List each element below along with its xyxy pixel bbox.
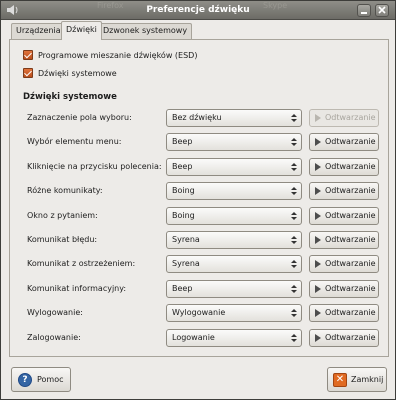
combo-arrows-icon: [291, 212, 297, 220]
play-icon: [315, 236, 321, 244]
sound-select-value: Logowanie: [172, 333, 215, 342]
play-icon: [315, 114, 321, 122]
sound-row-label: Wybór elementu menu:: [27, 137, 122, 146]
play-button-label: Odtwarzanie: [325, 235, 376, 244]
sound-select[interactable]: Beep: [166, 280, 302, 298]
play-icon: [315, 309, 321, 317]
sound-select[interactable]: Bez dźwięku: [166, 109, 302, 127]
play-icon: [315, 285, 321, 293]
sound-select-value: Beep: [172, 162, 193, 171]
window-title: Preferencje dźwięku: [146, 5, 250, 15]
combo-arrows-icon: [291, 309, 297, 317]
play-button-label: Odtwarzanie: [325, 333, 376, 342]
software-mixing-option[interactable]: Programowe mieszanie dźwięków (ESD): [23, 49, 197, 61]
sound-row-label: Wylogowanie:: [27, 308, 83, 317]
sound-select[interactable]: Boing: [166, 207, 302, 225]
play-icon: [315, 334, 321, 342]
help-icon: ?: [18, 372, 32, 387]
play-icon: [315, 163, 321, 171]
system-sounds-label: Dźwięki systemowe: [38, 68, 117, 78]
close-x-icon: [378, 6, 386, 14]
help-button-label: Pomoc: [37, 375, 64, 384]
sound-select-value: Beep: [172, 284, 193, 293]
sound-select[interactable]: Syrena: [166, 231, 302, 249]
play-button-label: Odtwarzanie: [325, 113, 376, 122]
sound-select[interactable]: Logowanie: [166, 329, 302, 347]
play-sound-button[interactable]: Odtwarzanie: [309, 280, 379, 298]
sound-select[interactable]: Wylogowanie: [166, 304, 302, 322]
play-sound-button[interactable]: Odtwarzanie: [309, 329, 379, 347]
sound-select-value: Syrena: [172, 259, 200, 268]
tab-sounds[interactable]: Dźwięki: [61, 21, 102, 40]
titlebar[interactable]: Firefox Skype Preferencje dźwięku: [1, 1, 395, 20]
help-button[interactable]: ? Pomoc: [11, 367, 71, 392]
minimize-icon: [361, 12, 367, 14]
play-button-label: Odtwarzanie: [325, 186, 376, 195]
software-mixing-checkbox[interactable]: [23, 50, 33, 60]
software-mixing-label: Programowe mieszanie dźwięków (ESD): [38, 50, 198, 60]
combo-arrows-icon: [291, 114, 297, 122]
play-sound-button[interactable]: Odtwarzanie: [309, 255, 379, 273]
system-sounds-section-title: Dźwięki systemowe: [23, 92, 117, 102]
sound-select[interactable]: Beep: [166, 133, 302, 151]
sound-select-value: Beep: [172, 137, 193, 146]
combo-arrows-icon: [291, 138, 297, 146]
combo-arrows-icon: [291, 163, 297, 171]
sound-row-label: Komunikat informacyjny:: [27, 284, 127, 293]
close-button-label: Zamknij: [351, 375, 384, 384]
sound-row-label: Komunikat z ostrzeżeniem:: [27, 259, 136, 268]
sound-row-label: Kliknięcie na przycisku polecenia:: [27, 162, 162, 171]
tab-devices[interactable]: Urządzenia: [11, 23, 66, 39]
sound-select-value: Boing: [172, 186, 195, 195]
play-icon: [315, 260, 321, 268]
play-sound-button[interactable]: Odtwarzanie: [309, 109, 379, 127]
combo-arrows-icon: [291, 236, 297, 244]
minimize-button[interactable]: [357, 4, 371, 17]
system-sounds-option[interactable]: Dźwięki systemowe: [23, 67, 117, 79]
play-button-label: Odtwarzanie: [325, 259, 376, 268]
play-icon: [315, 212, 321, 220]
combo-arrows-icon: [291, 187, 297, 195]
play-icon: [315, 187, 321, 195]
sound-select-value: Wylogowanie: [172, 308, 226, 317]
play-sound-button[interactable]: Odtwarzanie: [309, 304, 379, 322]
window-close-button[interactable]: [375, 4, 389, 17]
sound-row-label: Zalogowanie:: [27, 333, 81, 342]
play-sound-button[interactable]: Odtwarzanie: [309, 133, 379, 151]
play-sound-button[interactable]: Odtwarzanie: [309, 231, 379, 249]
sound-row-label: Komunikat błędu:: [27, 235, 98, 244]
combo-arrows-icon: [291, 334, 297, 342]
sound-select[interactable]: Syrena: [166, 255, 302, 273]
sound-select[interactable]: Boing: [166, 182, 302, 200]
close-icon: ✕: [333, 372, 347, 387]
sound-row-label: Okno z pytaniem:: [27, 211, 98, 220]
play-button-label: Odtwarzanie: [325, 284, 376, 293]
sound-row-label: Różne komunikaty:: [27, 186, 103, 195]
sound-preferences-window: Firefox Skype Preferencje dźwięku Urządz…: [0, 0, 396, 400]
play-button-label: Odtwarzanie: [325, 308, 376, 317]
play-button-label: Odtwarzanie: [325, 137, 376, 146]
sound-select-value: Boing: [172, 211, 195, 220]
combo-arrows-icon: [291, 285, 297, 293]
sound-row-label: Zaznaczenie pola wyboru:: [27, 113, 132, 122]
play-sound-button[interactable]: Odtwarzanie: [309, 207, 379, 225]
play-button-label: Odtwarzanie: [325, 211, 376, 220]
play-sound-button[interactable]: Odtwarzanie: [309, 158, 379, 176]
sound-select-value: Bez dźwięku: [172, 113, 222, 122]
play-sound-button[interactable]: Odtwarzanie: [309, 182, 379, 200]
close-button[interactable]: ✕ Zamknij: [327, 367, 387, 392]
sound-select[interactable]: Beep: [166, 158, 302, 176]
tab-system-bell[interactable]: Dzwonek systemowy: [98, 23, 193, 39]
play-icon: [315, 138, 321, 146]
sound-select-value: Syrena: [172, 235, 200, 244]
system-sounds-checkbox[interactable]: [23, 68, 33, 78]
combo-arrows-icon: [291, 260, 297, 268]
play-button-label: Odtwarzanie: [325, 162, 376, 171]
